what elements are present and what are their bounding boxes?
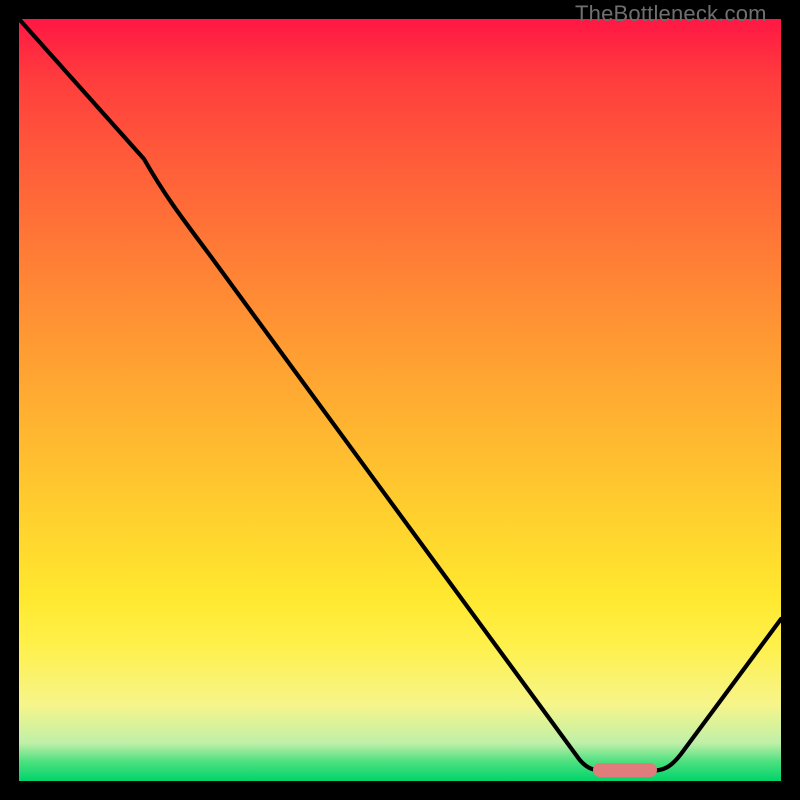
watermark-text: TheBottleneck.com <box>575 1 800 27</box>
bottleneck-curve-path <box>19 19 781 771</box>
optimal-range-marker <box>593 763 657 777</box>
bottleneck-curve <box>19 19 781 781</box>
chart-frame <box>19 19 781 781</box>
